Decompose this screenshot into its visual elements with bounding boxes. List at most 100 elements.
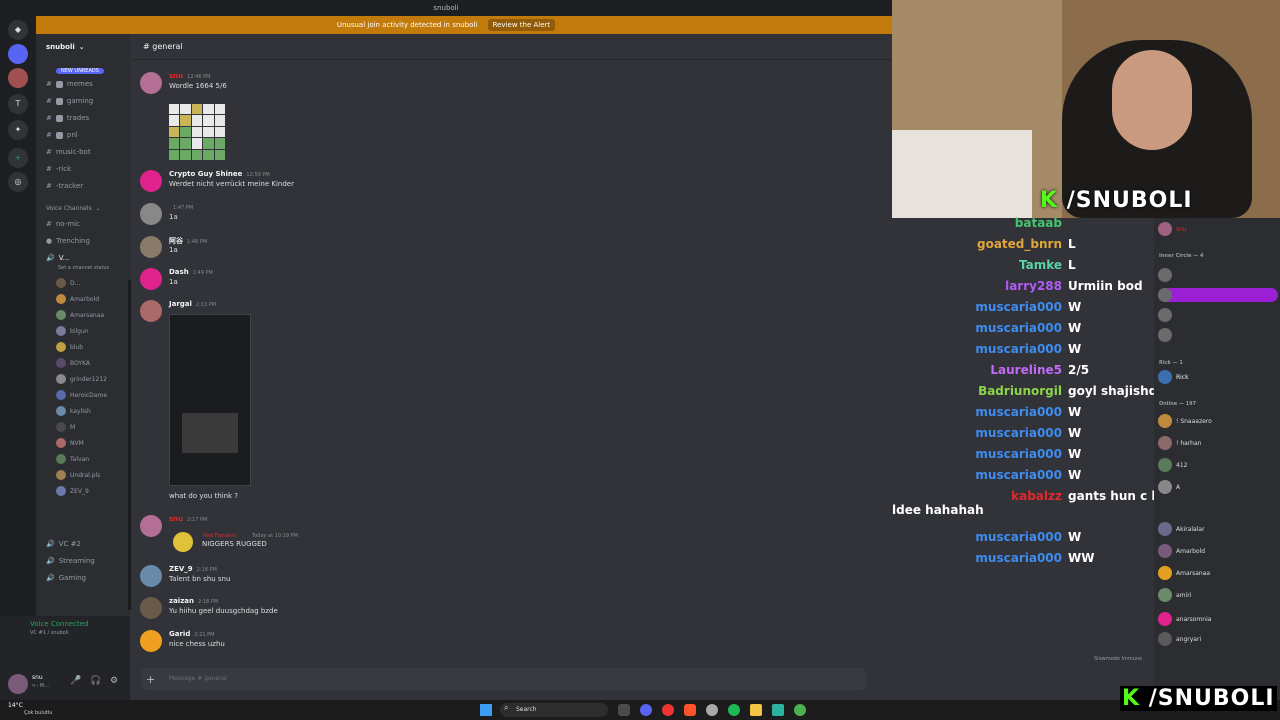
voice-user[interactable]: Talvan xyxy=(56,454,89,464)
review-alert-button[interactable]: Review the Alert xyxy=(487,19,556,31)
channel-memes[interactable]: # memes xyxy=(46,80,93,88)
message-text: Wordle 1664 5/6 xyxy=(169,82,227,90)
channel-no-mic[interactable]: # no-mic xyxy=(46,220,80,228)
stream-chat-user: muscaria000 xyxy=(975,342,1062,356)
member-item[interactable]: A xyxy=(1158,480,1180,494)
avatar[interactable] xyxy=(140,72,162,94)
message-author[interactable]: Dash xyxy=(169,268,189,276)
channel-pnl[interactable]: # pnl xyxy=(46,131,78,139)
discord-taskbar-icon[interactable] xyxy=(640,704,652,716)
voice-user[interactable]: NVM xyxy=(56,438,84,448)
voice-user[interactable]: Undral.pls xyxy=(56,470,100,480)
avatar[interactable] xyxy=(140,236,162,258)
taskview-icon[interactable] xyxy=(618,704,630,716)
voice-user[interactable]: M xyxy=(56,422,75,432)
avatar[interactable] xyxy=(8,674,28,694)
active-voice-channel[interactable]: 🔊 V... xyxy=(46,254,69,262)
server-icon[interactable] xyxy=(8,44,28,64)
discover-icon[interactable]: ◎ xyxy=(8,172,28,192)
mic-icon[interactable]: 🎤 xyxy=(70,676,81,686)
avatar[interactable] xyxy=(140,170,162,192)
channel-trenching[interactable]: ● Trenching xyxy=(46,237,90,245)
voice-channels-header[interactable]: Voice Channels ⌄ xyxy=(46,205,101,212)
server-icon[interactable]: T xyxy=(8,94,28,114)
server-icon[interactable]: ✦ xyxy=(8,120,28,140)
member-item[interactable]: amiri xyxy=(1158,588,1191,602)
add-server-icon[interactable]: + xyxy=(8,148,28,168)
member-item[interactable]: ! harhan xyxy=(1158,436,1201,450)
voice-user[interactable]: BOYKA xyxy=(56,358,90,368)
member-rick[interactable]: Rick xyxy=(1158,370,1189,384)
member-item[interactable]: Amarsanaa xyxy=(1158,566,1210,580)
member-item[interactable]: ! Snaaazero xyxy=(1158,414,1212,428)
member-item[interactable]: anarsomnia xyxy=(1158,612,1211,626)
member-item[interactable] xyxy=(1158,288,1278,302)
voice-user[interactable]: Amarbold xyxy=(56,294,99,304)
reply-user[interactable]: Ned Flanders xyxy=(203,533,236,539)
member-item[interactable]: Akiralalar xyxy=(1158,522,1205,536)
avatar[interactable] xyxy=(140,597,162,619)
app-taskbar-icon[interactable] xyxy=(772,704,784,716)
chrome-taskbar-icon[interactable] xyxy=(794,704,806,716)
voice-user[interactable]: D... xyxy=(56,278,80,288)
message-time: 2:18 PM xyxy=(196,567,217,573)
member-name: ! Snaaazero xyxy=(1176,417,1212,425)
app-taskbar-icon[interactable] xyxy=(706,704,718,716)
channel-streaming[interactable]: 🔊 Streaming xyxy=(46,557,95,565)
channel-vc2[interactable]: 🔊 VC #2 xyxy=(46,540,81,548)
member-item[interactable]: 412 xyxy=(1158,458,1187,472)
new-unreads-badge[interactable]: NEW UNREADS xyxy=(56,68,104,74)
channel-music-bot[interactable]: # music-bot xyxy=(46,148,91,156)
member-item[interactable] xyxy=(1158,308,1172,322)
windows-start-icon[interactable] xyxy=(480,704,492,716)
headphone-icon[interactable]: 🎧 xyxy=(90,676,101,686)
avatar[interactable] xyxy=(140,630,162,652)
member-item[interactable]: Amarbold xyxy=(1158,544,1205,558)
message-author[interactable]: Jargal xyxy=(169,300,192,308)
avatar[interactable] xyxy=(140,268,162,290)
wordle-grid-image[interactable] xyxy=(169,104,225,160)
message-author[interactable]: 阿谷 xyxy=(169,237,183,245)
channel-scrollbar[interactable] xyxy=(128,280,131,610)
member-item[interactable]: snu xyxy=(1158,222,1187,236)
message-input[interactable]: Message # general xyxy=(141,668,866,690)
explorer-taskbar-icon[interactable] xyxy=(750,704,762,716)
voice-user[interactable]: HeroicDame xyxy=(56,390,107,400)
taskbar-search[interactable]: Search xyxy=(500,703,608,717)
message-author[interactable]: zaizan xyxy=(169,597,194,605)
message-author[interactable]: snu xyxy=(169,515,183,523)
settings-icon[interactable]: ⚙ xyxy=(110,676,118,686)
channel-gaming[interactable]: # gaming xyxy=(46,97,93,105)
avatar[interactable] xyxy=(140,515,162,537)
weather-temp[interactable]: 14°C xyxy=(8,702,23,709)
discord-home-icon[interactable]: ◆ xyxy=(8,20,28,40)
member-item[interactable] xyxy=(1158,268,1172,282)
add-attachment-icon[interactable]: + xyxy=(146,673,155,686)
channel-tracker[interactable]: # -tracker xyxy=(46,182,83,190)
screenshot-attachment[interactable] xyxy=(169,314,251,486)
voice-user[interactable]: Amarsanaa xyxy=(56,310,104,320)
voice-user[interactable]: bilgun xyxy=(56,326,89,336)
spotify-taskbar-icon[interactable] xyxy=(728,704,740,716)
member-item[interactable]: angryari xyxy=(1158,632,1201,646)
voice-user[interactable]: blub xyxy=(56,342,83,352)
message-author[interactable]: Crypto Guy Shinee xyxy=(169,170,242,178)
message-author[interactable]: snu xyxy=(169,72,183,80)
server-name[interactable]: snuboli ⌄ xyxy=(46,43,85,51)
message-author[interactable]: Garid xyxy=(169,630,190,638)
channel-status[interactable]: Set a channel status xyxy=(58,265,109,271)
channel-gaming-voice[interactable]: 🔊 Gaming xyxy=(46,574,86,582)
voice-user[interactable]: grinder1212 xyxy=(56,374,107,384)
avatar[interactable] xyxy=(140,203,162,225)
voice-user[interactable]: ZEV_9 xyxy=(56,486,89,496)
avatar[interactable] xyxy=(140,565,162,587)
avatar[interactable] xyxy=(140,300,162,322)
brave-taskbar-icon[interactable] xyxy=(684,704,696,716)
app-taskbar-icon[interactable] xyxy=(662,704,674,716)
server-icon[interactable] xyxy=(8,68,28,88)
channel-trades[interactable]: # trades xyxy=(46,114,89,122)
message-author[interactable]: ZEV_9 xyxy=(169,565,193,573)
channel-rick[interactable]: # -rick xyxy=(46,165,71,173)
member-item[interactable] xyxy=(1158,328,1172,342)
voice-user[interactable]: kaylish xyxy=(56,406,91,416)
